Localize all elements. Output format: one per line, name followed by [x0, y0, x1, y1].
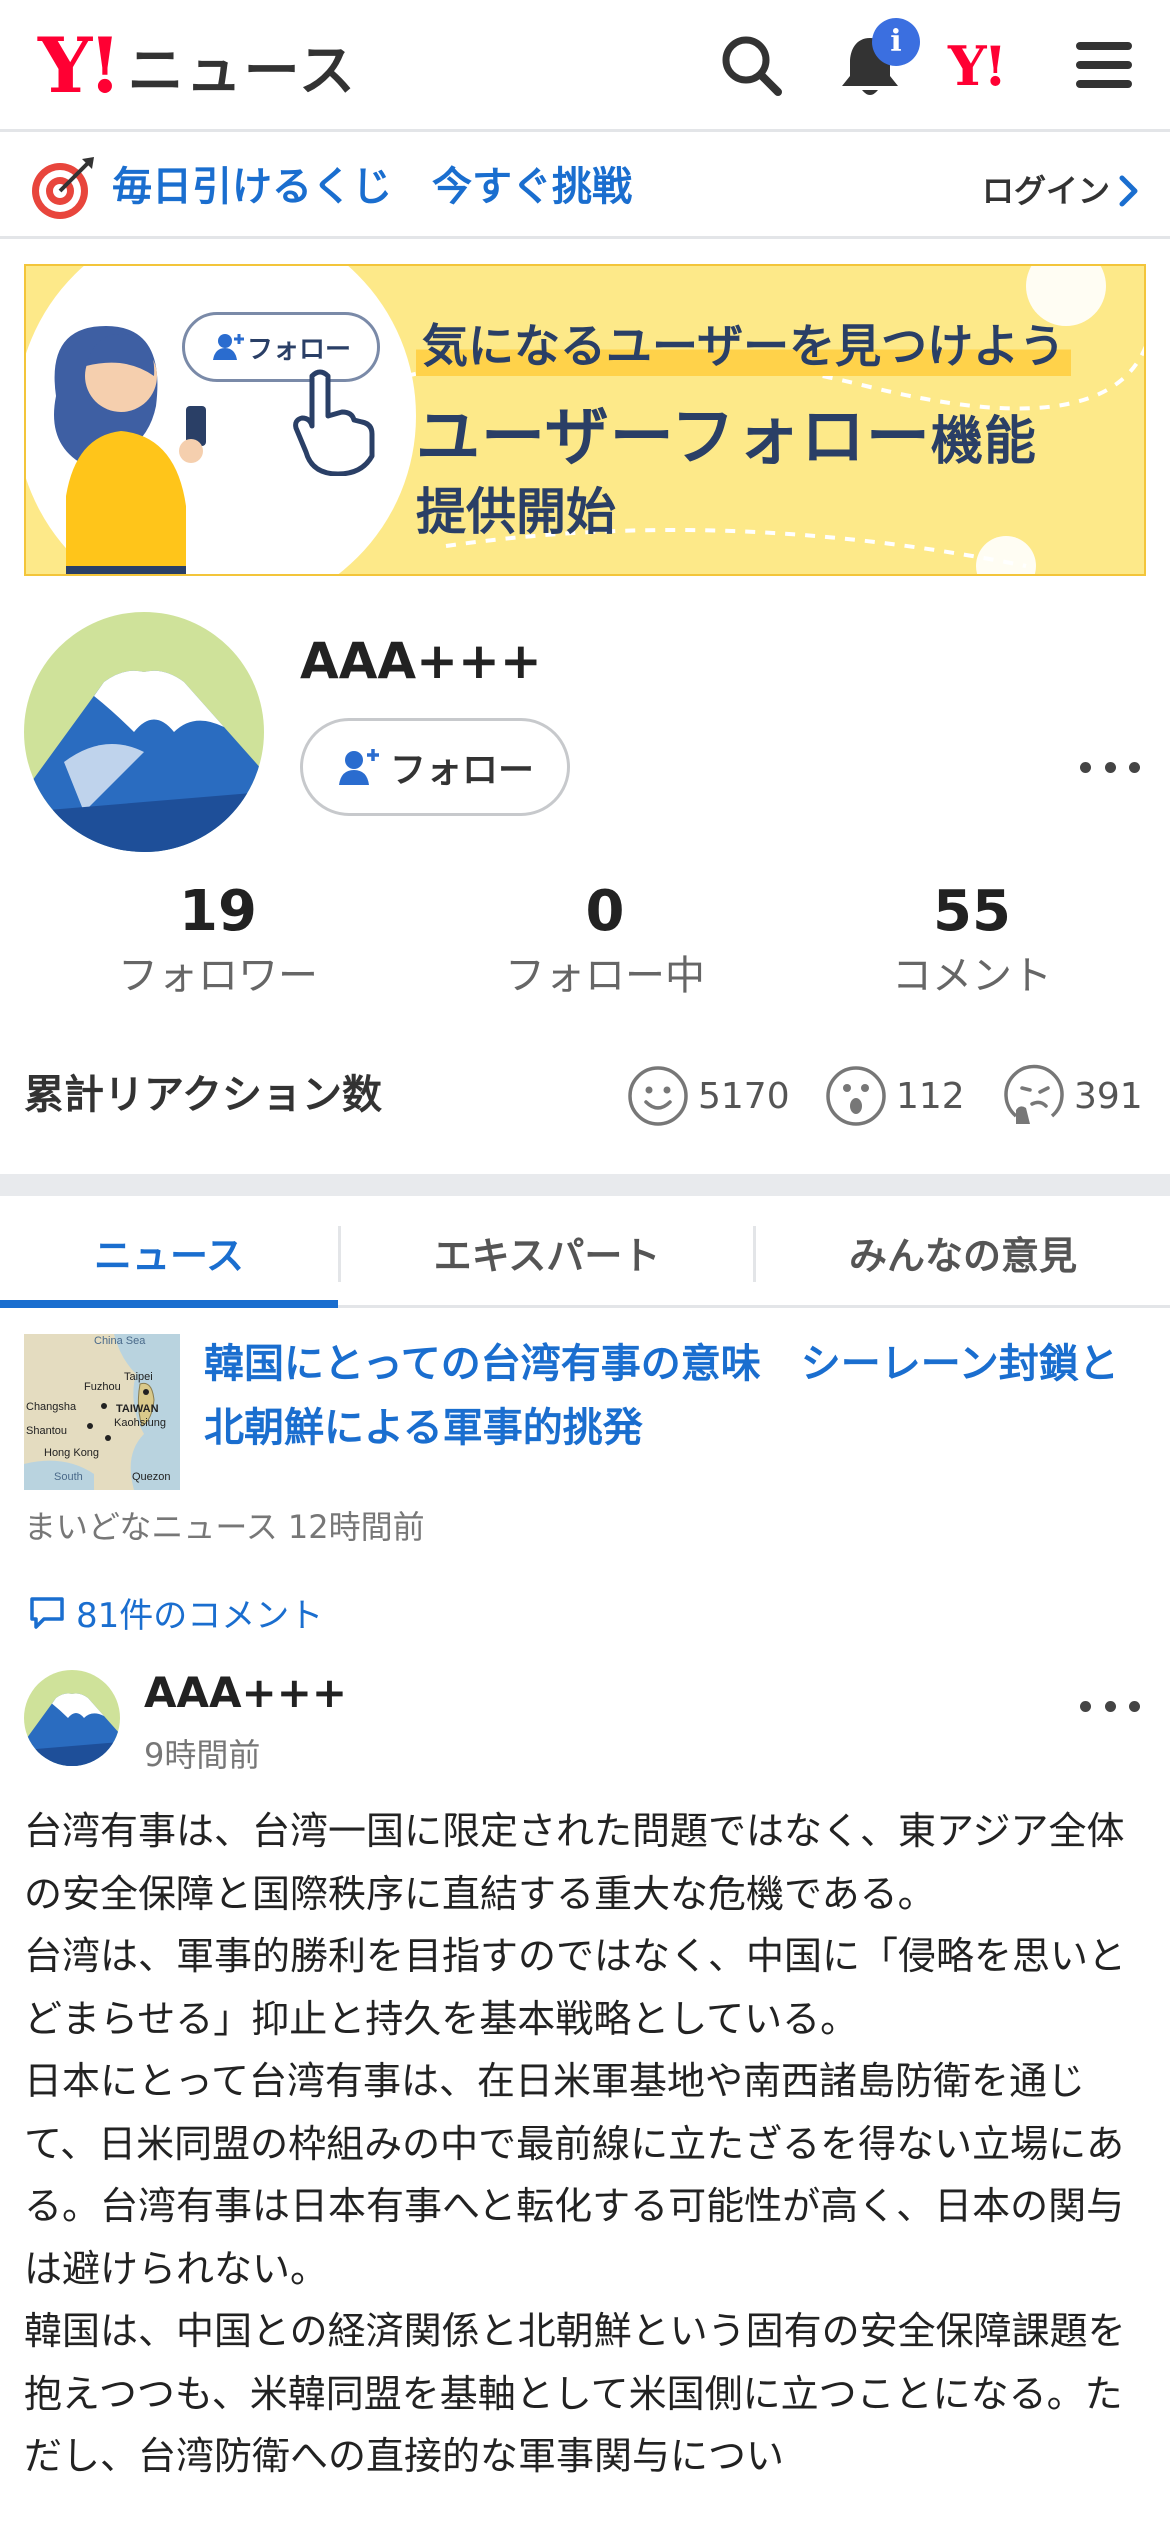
- profile-tabs: ニュース エキスパート みんなの意見: [0, 1196, 1170, 1308]
- yahoo-news-logo[interactable]: Y! ニュース: [38, 26, 357, 106]
- followers-label: フォロワー: [118, 953, 318, 999]
- map-label: Fuzhou: [84, 1381, 121, 1393]
- comments-label: コメント: [892, 953, 1052, 999]
- notification-badge: i: [872, 18, 920, 66]
- followers-count: 19: [179, 879, 257, 944]
- comments-count: 55: [933, 879, 1011, 944]
- comment-more-options-icon[interactable]: [1080, 1696, 1140, 1716]
- east-asia-map-image: China Sea Fuzhou Taipei TAIWAN Kaohsiung…: [24, 1334, 180, 1490]
- target-dart-icon: [32, 157, 94, 219]
- add-user-icon: [338, 749, 379, 785]
- following-label: フォロー中: [505, 953, 705, 999]
- following-stat[interactable]: 0 フォロー中: [455, 880, 755, 1004]
- following-count: 0: [585, 879, 625, 944]
- yahoo-home-icon[interactable]: Y!: [948, 34, 1038, 106]
- active-tab-indicator: [0, 1300, 338, 1308]
- profile-avatar: [24, 612, 264, 852]
- chevron-right-icon: [1119, 175, 1138, 207]
- comment-timestamp: 9時間前: [144, 1736, 261, 1774]
- map-label: TAIWAN: [116, 1403, 159, 1415]
- add-user-icon: [212, 334, 244, 360]
- surprised-count: 112: [896, 1075, 965, 1117]
- banner-follow-label: フォロー: [246, 334, 351, 365]
- follow-button-label: フォロー: [389, 750, 534, 791]
- reaction-smile: 5170: [626, 1064, 790, 1128]
- smile-count: 5170: [698, 1075, 790, 1117]
- map-label: China Sea: [94, 1335, 146, 1347]
- article-thumbnail-map[interactable]: China Sea Fuzhou Taipei TAIWAN Kaohsiung…: [24, 1334, 180, 1490]
- banner-subtitle: 提供開始: [416, 483, 616, 541]
- map-label: Quezon: [132, 1471, 171, 1483]
- reaction-surprised: 112: [824, 1064, 965, 1128]
- user-follow-feature-banner[interactable]: フォロー 気になるユーザーを見つけよう ユーザーフォロー機能 提供開始: [24, 264, 1146, 576]
- map-label: Kaohsiung: [114, 1417, 166, 1429]
- banner-main-title-text: ユーザーフォロー: [416, 401, 931, 475]
- map-label: Hong Kong: [44, 1447, 99, 1459]
- map-label: Taipei: [124, 1371, 153, 1383]
- daily-lottery-bar[interactable]: 毎日引けるくじ 今すぐ挑戦 ログイン: [0, 135, 1170, 239]
- reaction-thinking: 391: [1002, 1064, 1143, 1128]
- follow-button[interactable]: フォロー: [300, 718, 570, 816]
- thinking-face-icon: [1004, 1064, 1064, 1124]
- tab-everyone-opinion[interactable]: みんなの意見: [756, 1196, 1170, 1308]
- login-label: ログイン: [981, 172, 1110, 210]
- search-icon[interactable]: [716, 30, 788, 102]
- followers-stat[interactable]: 19 フォロワー: [68, 880, 368, 1004]
- comments-stat[interactable]: 55 コメント: [822, 880, 1122, 1004]
- comment-body: 台湾有事は、台湾一国に限定された問題ではなく、東アジア全体の安全保障と国際秩序に…: [24, 1809, 1127, 2478]
- smile-face-icon: [628, 1066, 688, 1126]
- speech-bubble-icon: [30, 1596, 64, 1629]
- banner-main-title-suffix: 機能: [930, 412, 1037, 472]
- article-comments-link[interactable]: 81件のコメント: [28, 1588, 323, 1637]
- profile-more-options-icon[interactable]: [1080, 757, 1140, 777]
- map-label: Changsha: [26, 1401, 77, 1413]
- comment-avatar[interactable]: [24, 1670, 120, 1766]
- mount-fuji-avatar-image: [24, 1670, 120, 1766]
- surprised-face-icon: [826, 1066, 886, 1126]
- map-label: South: [54, 1471, 83, 1483]
- lottery-text[interactable]: 毎日引けるくじ 今すぐ挑戦: [112, 159, 632, 215]
- banner-main-title: ユーザーフォロー機能: [416, 386, 1037, 478]
- tab-expert[interactable]: エキスパート: [341, 1196, 753, 1308]
- section-divider: [0, 1174, 1170, 1196]
- thinking-count: 391: [1074, 1075, 1143, 1117]
- logo-text: ニュース: [127, 38, 357, 104]
- comment-username[interactable]: AAA+++: [144, 1668, 347, 1717]
- article-source-time: まいどなニュース 12時間前: [24, 1508, 425, 1546]
- article-title-link[interactable]: 韓国にとっての台湾有事の意味 シーレーン封鎖と北朝鮮による軍事的挑発: [204, 1332, 1144, 1460]
- total-reactions-label: 累計リアクション数: [24, 1072, 382, 1118]
- pointing-hand-icon: [293, 369, 375, 476]
- banner-headline: 気になるユーザーを見つけよう: [416, 310, 1072, 376]
- hamburger-menu-icon[interactable]: [1070, 30, 1142, 102]
- app-header: Y! ニュース i Y!: [0, 0, 1170, 132]
- tab-news[interactable]: ニュース: [0, 1196, 338, 1308]
- profile-username: AAA+++: [300, 632, 542, 690]
- map-label: Shantou: [26, 1425, 67, 1437]
- comments-link-label: 81件のコメント: [76, 1596, 324, 1636]
- login-link[interactable]: ログイン: [982, 163, 1140, 219]
- mount-fuji-avatar-image: [24, 612, 264, 852]
- yahoo-logo-mark: Y!: [38, 21, 122, 110]
